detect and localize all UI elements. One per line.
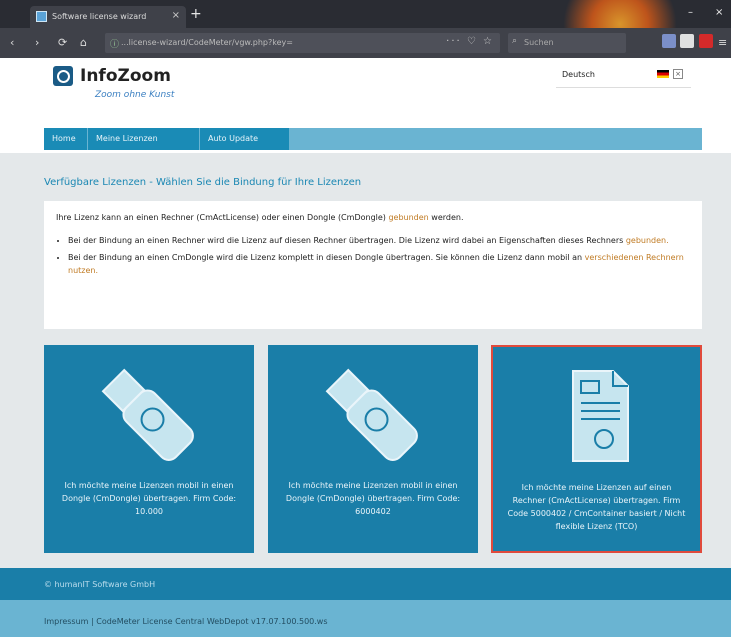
- list-item: Bei der Bindung an einen CmDongle wird d…: [68, 251, 690, 277]
- reload-button[interactable]: ⟳: [58, 36, 67, 49]
- usb-dongle-icon: [325, 368, 418, 461]
- german-flag-icon[interactable]: [657, 70, 669, 78]
- new-tab-button[interactable]: +: [190, 6, 202, 22]
- nav-item-home[interactable]: Home: [44, 128, 88, 150]
- minimize-icon[interactable]: –: [688, 7, 693, 18]
- info-list: Bei der Bindung an einen Rechner wird di…: [56, 234, 690, 277]
- browser-tab-bar: Software license wizard × + – ×: [0, 0, 731, 28]
- infozoom-logo-icon: [53, 66, 73, 86]
- browser-navigation-bar: ‹ › ⟳ ⌂ ⓘ ...license-wizard/CodeMeter/vg…: [0, 28, 731, 58]
- forward-button[interactable]: ›: [35, 36, 39, 49]
- close-tab-icon[interactable]: ×: [172, 10, 180, 21]
- url-text: ...license-wizard/CodeMeter/vgw.php?key=: [121, 38, 293, 47]
- extension-icon[interactable]: [662, 34, 676, 48]
- search-input[interactable]: ⌕ Suchen: [508, 33, 626, 53]
- footer-copyright: © humanIT Software GmbH: [0, 568, 731, 600]
- page-title: Verfügbare Lizenzen - Wählen Sie die Bin…: [44, 177, 362, 188]
- footer-links[interactable]: Impressum | CodeMeter License Central We…: [0, 600, 731, 637]
- page-favicon-icon: [36, 11, 47, 22]
- card-description: Ich möchte meine Lizenzen mobil in einen…: [61, 481, 237, 516]
- tab-title: Software license wizard: [52, 12, 147, 21]
- card-description: Ich möchte meine Lizenzen auf einen Rech…: [507, 483, 686, 531]
- nav-item-my-licenses[interactable]: Meine Lizenzen: [88, 128, 200, 150]
- addon-icon[interactable]: [699, 34, 713, 48]
- close-window-icon[interactable]: ×: [715, 7, 723, 18]
- browser-tab[interactable]: Software license wizard ×: [30, 6, 186, 28]
- page-actions[interactable]: ··· ♡ ☆: [446, 36, 494, 47]
- logo-title: InfoZoom: [80, 66, 171, 86]
- language-label: Deutsch: [562, 70, 595, 79]
- home-button[interactable]: ⌂: [80, 36, 87, 49]
- info-icon[interactable]: ⓘ: [110, 37, 119, 50]
- search-icon: ⌕: [512, 36, 518, 46]
- main-content: Verfügbare Lizenzen - Wählen Sie die Bin…: [0, 153, 731, 568]
- info-box: Ihre Lizenz kann an einen Rechner (CmAct…: [44, 201, 702, 329]
- language-selector[interactable]: Deutsch ×: [556, 66, 691, 88]
- intro-text: Ihre Lizenz kann an einen Rechner (CmAct…: [56, 213, 464, 222]
- nav-item-auto-update[interactable]: Auto Update: [200, 128, 290, 150]
- dongle-option-card-2[interactable]: Ich möchte meine Lizenzen mobil in einen…: [268, 345, 478, 553]
- close-icon[interactable]: ×: [673, 69, 683, 79]
- usb-dongle-icon: [101, 368, 194, 461]
- back-button[interactable]: ‹: [10, 36, 14, 49]
- menu-icon[interactable]: ≡: [718, 36, 727, 49]
- card-description: Ich möchte meine Lizenzen mobil in einen…: [285, 481, 461, 516]
- list-item: Bei der Bindung an einen Rechner wird di…: [68, 234, 690, 247]
- address-bar[interactable]: ⓘ ...license-wizard/CodeMeter/vgw.php?ke…: [105, 33, 500, 53]
- license-certificate-icon: [572, 370, 629, 462]
- profile-icon[interactable]: [680, 34, 694, 48]
- logo-slogan: Zoom ohne Kunst: [95, 90, 175, 100]
- browser-theme-decoration: [560, 0, 680, 28]
- computer-license-option-card[interactable]: Ich möchte meine Lizenzen auf einen Rech…: [491, 345, 702, 553]
- dongle-option-card-1[interactable]: Ich möchte meine Lizenzen mobil in einen…: [44, 345, 254, 553]
- search-placeholder: Suchen: [524, 38, 554, 47]
- main-navigation: Home Meine Lizenzen Auto Update: [44, 128, 702, 150]
